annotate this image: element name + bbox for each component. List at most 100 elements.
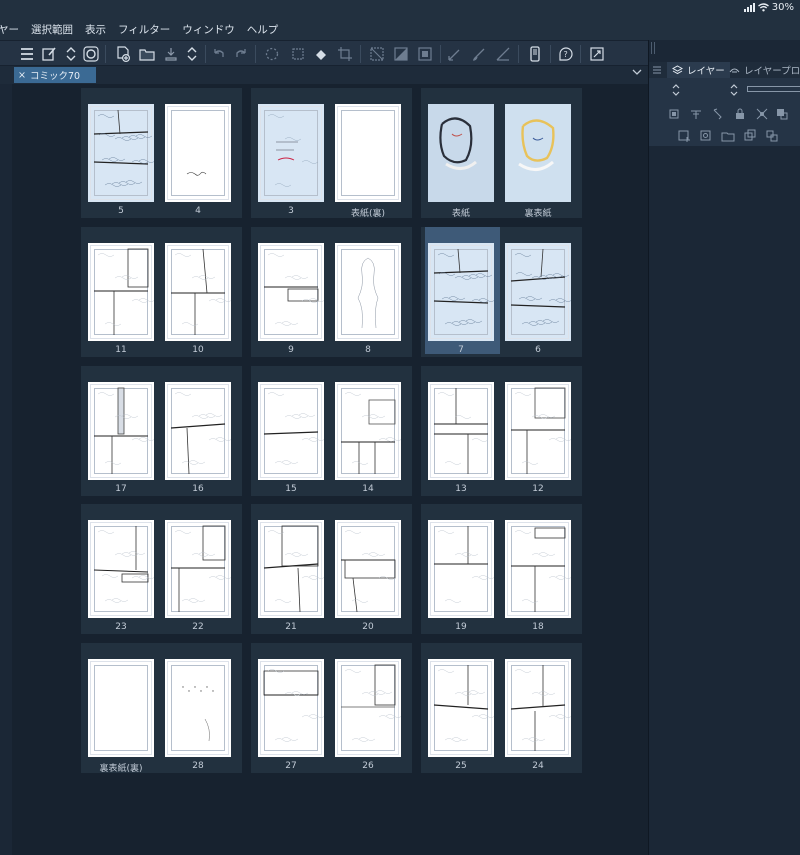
updown-icon[interactable] — [62, 45, 80, 63]
page-thumbnail[interactable] — [165, 104, 231, 202]
menu-help[interactable]: ヘルプ — [241, 22, 285, 37]
close-tab-icon[interactable]: × — [18, 70, 26, 81]
page-artwork — [511, 527, 571, 612]
stepper-icon[interactable] — [183, 45, 201, 63]
edit-page-icon[interactable] — [40, 45, 58, 63]
lock-icon[interactable] — [733, 106, 747, 120]
page-thumbnail[interactable] — [88, 104, 154, 202]
panel-grip[interactable] — [651, 42, 655, 54]
menu-filter[interactable]: フィルター — [112, 22, 176, 37]
page-artwork — [171, 525, 231, 612]
page-thumbnail[interactable] — [88, 243, 154, 341]
page-thumbnail[interactable] — [428, 520, 494, 618]
menu-window[interactable]: ウィンドウ — [176, 22, 241, 37]
tab-layer-property-label: レイヤープロ — [744, 66, 800, 77]
page-artwork — [93, 109, 154, 187]
merge-layer-icon[interactable] — [765, 128, 779, 142]
page-thumbnail[interactable] — [165, 520, 231, 618]
redo-icon[interactable] — [232, 45, 250, 63]
invert-selection-icon[interactable] — [392, 45, 410, 63]
chevron-down-icon[interactable] — [632, 68, 642, 79]
page-spread: 25 24 — [421, 643, 582, 773]
device-icon[interactable] — [526, 45, 544, 63]
new-raster-layer-icon[interactable] — [677, 128, 691, 142]
loading-icon[interactable] — [263, 45, 281, 63]
page-artwork — [433, 248, 494, 326]
tab-layer-property[interactable]: レイヤープロ — [729, 62, 800, 78]
menu-layer[interactable]: ヤー — [0, 22, 25, 37]
opacity-slider[interactable] — [747, 86, 800, 92]
crop-icon[interactable] — [336, 45, 354, 63]
separator — [360, 45, 361, 63]
page-thumbnail[interactable] — [428, 104, 494, 202]
page-thumbnail[interactable] — [428, 659, 494, 757]
new-folder-icon[interactable] — [721, 128, 735, 142]
page-number-label: 27 — [285, 761, 297, 771]
page-thumbnail[interactable] — [505, 382, 571, 480]
menu-view[interactable]: 表示 — [79, 22, 112, 37]
border-icon[interactable] — [416, 45, 434, 63]
page-thumbnail[interactable] — [335, 659, 401, 757]
brush-icon[interactable] — [470, 45, 488, 63]
menu-selection[interactable]: 選択範囲 — [25, 22, 79, 37]
opacity-stepper-icon[interactable] — [727, 82, 741, 96]
page-thumbnail[interactable] — [335, 520, 401, 618]
page-thumbnail[interactable] — [88, 520, 154, 618]
new-vector-layer-icon[interactable] — [699, 128, 713, 142]
page-thumbnail[interactable] — [505, 243, 571, 341]
fill-icon[interactable] — [312, 45, 330, 63]
ruler-icon[interactable] — [494, 45, 512, 63]
separator — [205, 45, 206, 63]
pen-icon[interactable] — [446, 45, 464, 63]
page-artwork — [94, 387, 154, 474]
deselect-icon[interactable] — [368, 45, 386, 63]
menu-icon[interactable] — [18, 45, 36, 63]
open-folder-icon[interactable] — [138, 45, 156, 63]
page-thumbnail[interactable] — [335, 382, 401, 480]
page-artwork — [505, 104, 571, 202]
page-thumbnail[interactable] — [165, 243, 231, 341]
help-icon[interactable]: ? — [557, 45, 575, 63]
page-thumbnail[interactable] — [505, 104, 571, 202]
page-thumbnail[interactable] — [335, 104, 401, 202]
page-thumbnail[interactable] — [258, 243, 324, 341]
undo-icon[interactable] — [210, 45, 228, 63]
page-thumbnail[interactable] — [88, 659, 154, 757]
separator — [105, 45, 106, 63]
save-icon[interactable] — [162, 45, 180, 63]
separator — [518, 45, 519, 63]
panel-menu-icon[interactable] — [653, 66, 661, 74]
page-thumbnail[interactable] — [428, 243, 494, 341]
page-number-label: 表紙 — [451, 209, 470, 219]
clip-icon[interactable] — [667, 106, 681, 120]
clear-icon[interactable] — [289, 45, 307, 63]
page-spread: 98 — [251, 227, 412, 357]
page-artwork — [510, 248, 571, 326]
page-thumbnail[interactable] — [165, 659, 231, 757]
page-thumbnail[interactable] — [258, 659, 324, 757]
draft-icon[interactable] — [711, 106, 725, 120]
fullscreen-icon[interactable] — [588, 45, 606, 63]
app-logo-icon[interactable] — [82, 45, 100, 63]
page-thumbnail[interactable] — [165, 382, 231, 480]
mask-icon[interactable] — [755, 106, 769, 120]
page-thumbnail[interactable] — [428, 382, 494, 480]
document-tab[interactable]: × コミック70 — [14, 67, 96, 83]
page-thumbnail[interactable] — [335, 243, 401, 341]
blend-mode-stepper-icon[interactable] — [669, 82, 683, 96]
copy-layer-icon[interactable] — [743, 128, 757, 142]
page-thumbnail[interactable] — [258, 104, 324, 202]
reference-icon[interactable] — [689, 106, 703, 120]
page-thumbnail[interactable] — [88, 382, 154, 480]
page-thumbnail[interactable] — [258, 382, 324, 480]
page-thumbnail[interactable] — [505, 659, 571, 757]
page-thumbnail[interactable] — [505, 520, 571, 618]
page-number-label: 6 — [535, 345, 541, 355]
new-page-icon[interactable] — [114, 45, 132, 63]
tab-layer[interactable]: レイヤー — [667, 62, 730, 78]
page-number-label: 表紙(裏) — [350, 209, 386, 219]
left-edge — [0, 84, 12, 855]
palette-icon[interactable] — [775, 106, 789, 120]
page-number-label: 16 — [192, 484, 204, 494]
page-thumbnail[interactable] — [258, 520, 324, 618]
